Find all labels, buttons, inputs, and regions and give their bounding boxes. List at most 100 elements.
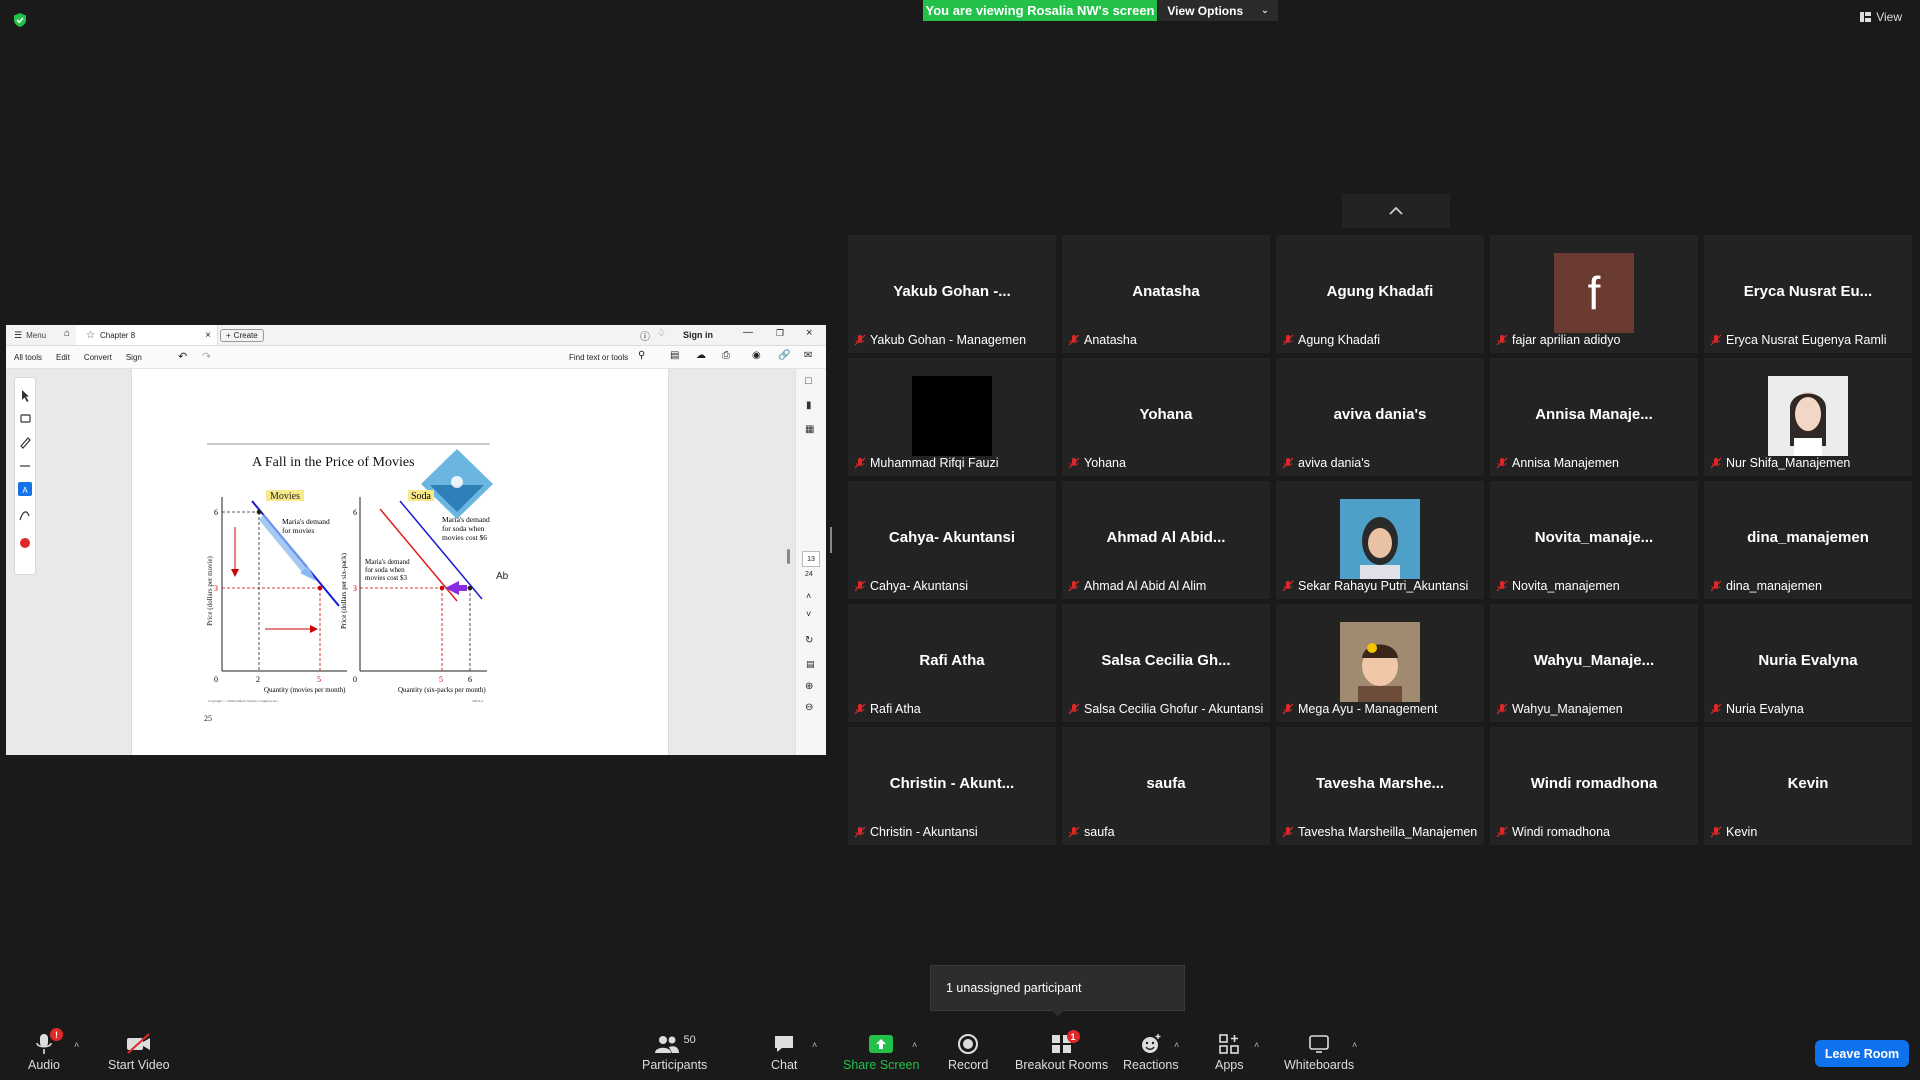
participants-button[interactable]: 50 Participants: [642, 1030, 707, 1072]
close-window-icon[interactable]: ×: [806, 327, 812, 339]
participant-name: Agung Khadafi: [1298, 333, 1381, 347]
mic-muted-icon: [1282, 580, 1294, 592]
chat-options-caret[interactable]: ˄: [812, 1040, 817, 1050]
leave-room-button[interactable]: Leave Room: [1815, 1040, 1909, 1067]
redo-icon[interactable]: ↷: [202, 350, 211, 363]
ai-assistant-icon[interactable]: ◉: [752, 350, 761, 361]
home-icon[interactable]: ⌂: [64, 328, 70, 339]
document-icon[interactable]: ▤: [806, 659, 815, 670]
collapse-gallery-button[interactable]: [1342, 194, 1450, 228]
all-tools-menu[interactable]: All tools: [14, 353, 42, 362]
menu-button[interactable]: ☰ Menu: [14, 330, 46, 341]
breakout-badge: 1: [1066, 1030, 1080, 1043]
convert-menu[interactable]: Convert: [84, 353, 112, 362]
help-icon[interactable]: ⓘ: [640, 328, 650, 343]
view-button[interactable]: View: [1860, 10, 1902, 24]
participant-tile[interactable]: Yohana Yohana: [1062, 358, 1270, 476]
participant-tile[interactable]: Mega Ayu - Management: [1276, 604, 1484, 722]
share-resize-handle[interactable]: [830, 527, 832, 553]
participant-tile[interactable]: Sekar Rahayu Putri_Akuntansi: [1276, 481, 1484, 599]
upload-cloud-icon[interactable]: ☁: [696, 350, 706, 361]
participant-tile[interactable]: Tavesha Marshe... Tavesha Marsheilla_Mana…: [1276, 727, 1484, 845]
text-cursor-label: Ab: [496, 571, 509, 582]
minimize-icon[interactable]: —: [743, 327, 753, 338]
participant-tile[interactable]: saufa saufa: [1062, 727, 1270, 845]
participant-tile[interactable]: Kevin Kevin: [1704, 727, 1912, 845]
record-button[interactable]: Record: [948, 1030, 988, 1072]
whiteboards-options-caret[interactable]: ˄: [1352, 1040, 1357, 1050]
star-icon[interactable]: ☆: [86, 330, 95, 341]
participant-name: Kevin: [1726, 825, 1758, 839]
participant-tile[interactable]: Muhammad Rifqi Fauzi: [848, 358, 1056, 476]
participant-tile[interactable]: Anatasha Anatasha: [1062, 235, 1270, 353]
page-down-icon[interactable]: ˅: [806, 609, 811, 619]
audio-button[interactable]: ! Audio: [28, 1028, 63, 1072]
participant-tile[interactable]: Salsa Cecilia Gh... Salsa Cecilia Ghofur …: [1062, 604, 1270, 722]
participant-display-name: Agung Khadafi: [1326, 283, 1434, 300]
close-tab-icon[interactable]: ×: [205, 330, 211, 341]
email-icon[interactable]: ✉: [804, 350, 812, 361]
participant-tile[interactable]: Ahmad Al Abid... Ahmad Al Abid Al Alim: [1062, 481, 1270, 599]
participant-tile[interactable]: Rafi Atha Rafi Atha: [848, 604, 1056, 722]
view-options-button[interactable]: View Options ⌄: [1158, 0, 1278, 21]
print-icon[interactable]: ⎙: [722, 350, 730, 361]
edit-menu[interactable]: Edit: [56, 353, 70, 362]
mic-muted-icon: [1282, 703, 1294, 715]
participant-tile[interactable]: Agung Khadafi Agung Khadafi: [1276, 235, 1484, 353]
participant-tile[interactable]: Windi romadhona Windi romadhona: [1490, 727, 1698, 845]
sign-in-button[interactable]: Sign in: [683, 330, 713, 340]
reactions-options-caret[interactable]: ˄: [1174, 1040, 1179, 1050]
security-shield-icon[interactable]: [12, 12, 28, 28]
participant-tile[interactable]: f fajar aprilian adidyo: [1490, 235, 1698, 353]
chat-button[interactable]: Chat: [771, 1030, 797, 1072]
participant-tile[interactable]: dina_manajemen dina_manajemen: [1704, 481, 1912, 599]
participant-tile[interactable]: aviva dania's aviva dania's: [1276, 358, 1484, 476]
apps-button[interactable]: Apps: [1215, 1030, 1244, 1072]
start-video-button[interactable]: Start Video: [108, 1030, 170, 1072]
page-scrollbar[interactable]: [787, 549, 790, 564]
bookmark-icon[interactable]: ▮: [806, 400, 812, 411]
create-button[interactable]: + Create: [220, 329, 264, 342]
participant-tile[interactable]: Christin - Akunt... Christin - Akuntansi: [848, 727, 1056, 845]
participant-tile[interactable]: Wahyu_Manaje... Wahyu_Manajemen: [1490, 604, 1698, 722]
document-area: A A Fall in the Price of Movies Movies P…: [6, 369, 826, 755]
audio-options-caret[interactable]: ˄: [74, 1040, 79, 1050]
right-tick-6x: 6: [468, 675, 472, 684]
find-tools-field[interactable]: Find text or tools: [569, 353, 628, 362]
participant-tile[interactable]: Nur Shifa_Manajemen: [1704, 358, 1912, 476]
whiteboards-button[interactable]: Whiteboards: [1284, 1030, 1354, 1072]
participant-tile[interactable]: Yakub Gohan -... Yakub Gohan - Managemen: [848, 235, 1056, 353]
comments-icon[interactable]: □: [805, 375, 812, 387]
undo-icon[interactable]: ↶: [178, 350, 187, 363]
unassigned-participant-tooltip[interactable]: 1 unassigned participant: [930, 965, 1185, 1011]
tab-chapter-8[interactable]: ☆ Chapter 8 ×: [76, 325, 218, 345]
notification-icon[interactable]: ♤: [657, 328, 666, 339]
page-up-icon[interactable]: ˄: [806, 591, 811, 601]
share-screen-button[interactable]: Share Screen: [843, 1030, 919, 1072]
reactions-button[interactable]: Reactions: [1123, 1030, 1179, 1072]
link-icon[interactable]: 🔗: [778, 350, 790, 361]
breakout-rooms-button[interactable]: 1 Breakout Rooms: [1015, 1030, 1108, 1072]
zoom-out-icon[interactable]: ⊖: [805, 702, 813, 713]
participant-tile[interactable]: Cahya- Akuntansi Cahya- Akuntansi: [848, 481, 1056, 599]
participant-tile[interactable]: Nuria Evalyna Nuria Evalyna: [1704, 604, 1912, 722]
movies-demand-line1: Maria's demand: [282, 517, 330, 526]
participant-tile[interactable]: Eryca Nusrat Eu... Eryca Nusrat Eugenya R…: [1704, 235, 1912, 353]
current-page-box[interactable]: 13: [802, 551, 820, 567]
shared-screen[interactable]: ☰ Menu ⌂ ☆ Chapter 8 × + Create ⓘ ♤ Sign …: [6, 325, 826, 755]
sign-menu[interactable]: Sign: [126, 353, 142, 362]
maximize-icon[interactable]: ❐: [776, 328, 784, 339]
thumbnails-icon[interactable]: ▦: [805, 424, 814, 435]
participant-tile[interactable]: Novita_manaje... Novita_manajemen: [1490, 481, 1698, 599]
apps-options-caret[interactable]: ˄: [1254, 1040, 1259, 1050]
mic-muted-icon: [1710, 457, 1722, 469]
slide-title: A Fall in the Price of Movies: [252, 455, 415, 470]
participant-name: Yohana: [1084, 456, 1126, 470]
participant-tile[interactable]: Annisa Manaje... Annisa Manajemen: [1490, 358, 1698, 476]
zoom-in-icon[interactable]: ⊕: [805, 681, 813, 692]
search-icon[interactable]: ⚲: [638, 350, 645, 361]
share-options-caret[interactable]: ˄: [912, 1040, 917, 1050]
save-icon[interactable]: ▤: [670, 350, 679, 361]
mic-muted-icon: [1282, 457, 1294, 469]
rotate-icon[interactable]: ↻: [805, 635, 813, 646]
